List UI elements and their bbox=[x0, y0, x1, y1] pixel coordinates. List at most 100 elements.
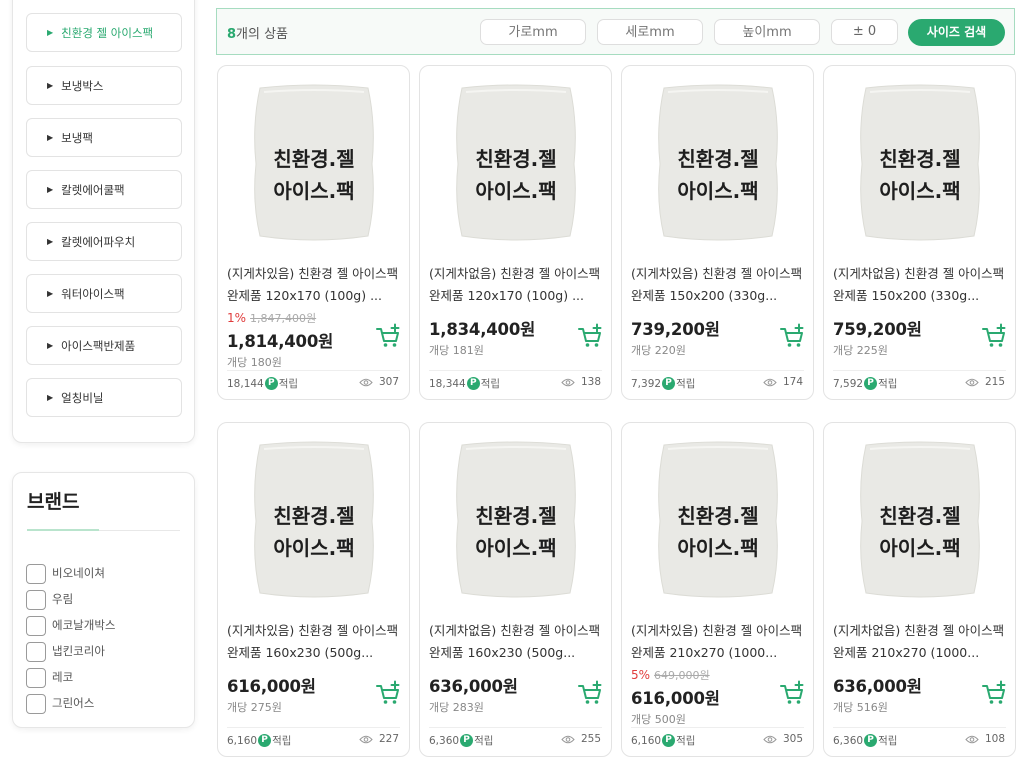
reward-points: 7,392 P 적립 bbox=[631, 376, 695, 391]
brand-checkbox-row[interactable]: 비오네이쳐 bbox=[26, 562, 105, 584]
brand-label: 레코 bbox=[52, 670, 74, 684]
cart-plus-icon[interactable] bbox=[375, 680, 401, 706]
product-image-text-line-2: 아이스.팩 bbox=[879, 536, 960, 560]
cart-plus-icon[interactable] bbox=[577, 323, 603, 349]
points-label: 적립 bbox=[278, 378, 299, 390]
product-card[interactable]: 친환경.젤 아이스.팩 (지게차있음) 친환경 젤 아이스팩 완제품 160x2… bbox=[217, 422, 410, 757]
divider bbox=[429, 727, 602, 728]
cart-plus-icon[interactable] bbox=[779, 680, 805, 706]
product-image-text-line-2: 아이스.팩 bbox=[475, 179, 556, 203]
product-image[interactable]: 친환경.젤 아이스.팩 bbox=[860, 441, 980, 598]
width-input[interactable] bbox=[480, 19, 586, 45]
product-image[interactable]: 친환경.젤 아이스.팩 bbox=[254, 441, 374, 598]
checkbox[interactable] bbox=[26, 564, 46, 584]
product-title[interactable]: (지게차있음) 친환경 젤 아이스팩 완제품 150x200 (330g... bbox=[631, 263, 807, 307]
triangle-right-icon: ▶ bbox=[47, 133, 54, 142]
divider bbox=[631, 727, 804, 728]
brand-checkbox-row[interactable]: 냅킨코리아 bbox=[26, 640, 105, 662]
category-item-gel-icepack[interactable]: ▶ 친환경 젤 아이스팩 bbox=[26, 13, 182, 52]
product-card[interactable]: 친환경.젤 아이스.팩 (지게차없음) 친환경 젤 아이스팩 완제품 120x1… bbox=[419, 65, 612, 400]
view-count: 307 bbox=[359, 376, 399, 388]
divider bbox=[833, 370, 1006, 371]
triangle-right-icon: ▶ bbox=[47, 237, 54, 246]
product-card[interactable]: 친환경.젤 아이스.팩 (지게차없음) 친환경 젤 아이스팩 완제품 210x2… bbox=[823, 422, 1016, 757]
product-image-text-line-1: 친환경.젤 bbox=[273, 147, 354, 171]
brand-checkbox-row[interactable]: 그린어스 bbox=[26, 692, 94, 714]
tolerance-select[interactable]: ± 0 bbox=[831, 19, 898, 45]
product-image[interactable]: 친환경.젤 아이스.팩 bbox=[658, 441, 778, 598]
product-title[interactable]: (지게차있음) 친환경 젤 아이스팩 완제품 120x170 (100g) ..… bbox=[227, 263, 403, 307]
product-image-text-line-2: 아이스.팩 bbox=[273, 536, 354, 560]
checkbox[interactable] bbox=[26, 642, 46, 662]
brand-title: 브랜드 bbox=[27, 491, 80, 513]
unit-price: 개당 180원 bbox=[227, 356, 282, 369]
product-card[interactable]: 친환경.젤 아이스.팩 (지게차있음) 친환경 젤 아이스팩 완제품 150x2… bbox=[621, 65, 814, 400]
brand-label: 냅킨코리아 bbox=[52, 644, 105, 658]
reward-points: 6,360 P 적립 bbox=[833, 733, 897, 748]
depth-input[interactable] bbox=[597, 19, 703, 45]
cart-plus-icon[interactable] bbox=[981, 323, 1007, 349]
brand-checkbox-row[interactable]: 에코날개박스 bbox=[26, 614, 115, 636]
cart-plus-icon[interactable] bbox=[981, 680, 1007, 706]
category-item-vinyl[interactable]: ▶ 얼칭비닐 bbox=[26, 378, 182, 417]
product-image-text-line-2: 아이스.팩 bbox=[879, 179, 960, 203]
product-image[interactable]: 친환경.젤 아이스.팩 bbox=[456, 84, 576, 241]
point-badge-icon: P bbox=[466, 377, 480, 390]
views-value: 138 bbox=[580, 376, 601, 388]
product-image[interactable]: 친환경.젤 아이스.팩 bbox=[254, 84, 374, 241]
eye-icon bbox=[965, 735, 979, 743]
category-label: 얼칭비닐 bbox=[61, 390, 104, 405]
product-image-text-line-2: 아이스.팩 bbox=[677, 179, 758, 203]
product-title[interactable]: (지게차없음) 친환경 젤 아이스팩 완제품 120x170 (100g) ..… bbox=[429, 263, 605, 307]
views-value: 108 bbox=[984, 733, 1005, 745]
product-title[interactable]: (지게차있음) 친환경 젤 아이스팩 완제품 160x230 (500g... bbox=[227, 620, 403, 664]
brand-checkbox-row[interactable]: 우림 bbox=[26, 588, 73, 610]
original-price: 1,847,400원 bbox=[250, 312, 317, 325]
category-item-icepack-semi[interactable]: ▶ 아이스팩반제품 bbox=[26, 326, 182, 365]
eye-icon bbox=[359, 735, 373, 743]
eye-icon bbox=[763, 735, 777, 743]
product-image[interactable]: 친환경.젤 아이스.팩 bbox=[658, 84, 778, 241]
product-title[interactable]: (지게차없음) 친환경 젤 아이스팩 완제품 150x200 (330g... bbox=[833, 263, 1009, 307]
product-card[interactable]: 친환경.젤 아이스.팩 (지게차없음) 친환경 젤 아이스팩 완제품 160x2… bbox=[419, 422, 612, 757]
category-item-air-cool-pack[interactable]: ▶ 칼렛에어쿨팩 bbox=[26, 170, 182, 209]
product-title[interactable]: (지게차없음) 친환경 젤 아이스팩 완제품 210x270 (1000... bbox=[833, 620, 1009, 664]
divider bbox=[227, 727, 400, 728]
product-card[interactable]: 친환경.젤 아이스.팩 (지게차없음) 친환경 젤 아이스팩 완제품 150x2… bbox=[823, 65, 1016, 400]
product-price: 636,000원 bbox=[833, 677, 922, 696]
discount-row: 1% 1,847,400원 bbox=[227, 310, 316, 326]
product-title[interactable]: (지게차없음) 친환경 젤 아이스팩 완제품 160x230 (500g... bbox=[429, 620, 605, 664]
reward-points: 18,344 P 적립 bbox=[429, 376, 500, 391]
points-label: 적립 bbox=[676, 378, 696, 390]
checkbox[interactable] bbox=[26, 616, 46, 636]
brand-label: 우림 bbox=[52, 592, 74, 606]
category-item-air-pouch[interactable]: ▶ 칼렛에어파우치 bbox=[26, 222, 182, 261]
product-image[interactable]: 친환경.젤 아이스.팩 bbox=[456, 441, 576, 598]
divider-accent bbox=[27, 529, 99, 531]
category-item-water-icepack[interactable]: ▶ 워터아이스팩 bbox=[26, 274, 182, 313]
cart-plus-icon[interactable] bbox=[577, 680, 603, 706]
cart-plus-icon[interactable] bbox=[375, 323, 401, 349]
category-item-cooling-pack[interactable]: ▶ 보냉팩 bbox=[26, 118, 182, 157]
size-search-button[interactable]: 사이즈 검색 bbox=[908, 19, 1005, 46]
view-count: 255 bbox=[561, 733, 601, 745]
triangle-right-icon: ▶ bbox=[47, 393, 54, 402]
cart-plus-icon[interactable] bbox=[779, 323, 805, 349]
height-input[interactable] bbox=[714, 19, 820, 45]
product-image[interactable]: 친환경.젤 아이스.팩 bbox=[860, 84, 980, 241]
unit-price: 개당 220원 bbox=[631, 344, 686, 357]
product-image-text-line-1: 친환경.젤 bbox=[879, 147, 960, 171]
category-item-cooler-box[interactable]: ▶ 보냉박스 bbox=[26, 66, 182, 105]
brand-checkbox-row[interactable]: 레코 bbox=[26, 666, 73, 688]
points-label: 적립 bbox=[878, 378, 898, 390]
checkbox[interactable] bbox=[26, 694, 46, 714]
checkbox[interactable] bbox=[26, 668, 46, 688]
product-card[interactable]: 친환경.젤 아이스.팩 (지게차있음) 친환경 젤 아이스팩 완제품 120x1… bbox=[217, 65, 410, 400]
product-title[interactable]: (지게차있음) 친환경 젤 아이스팩 완제품 210x270 (1000... bbox=[631, 620, 807, 664]
size-search-bar: 8개의 상품 ± 0 사이즈 검색 bbox=[216, 8, 1015, 55]
product-count: 8개의 상품 bbox=[227, 23, 288, 42]
product-card[interactable]: 친환경.젤 아이스.팩 (지게차있음) 친환경 젤 아이스팩 완제품 210x2… bbox=[621, 422, 814, 757]
points-value: 6,360 bbox=[833, 734, 864, 747]
checkbox[interactable] bbox=[26, 590, 46, 610]
view-count: 227 bbox=[359, 733, 399, 745]
